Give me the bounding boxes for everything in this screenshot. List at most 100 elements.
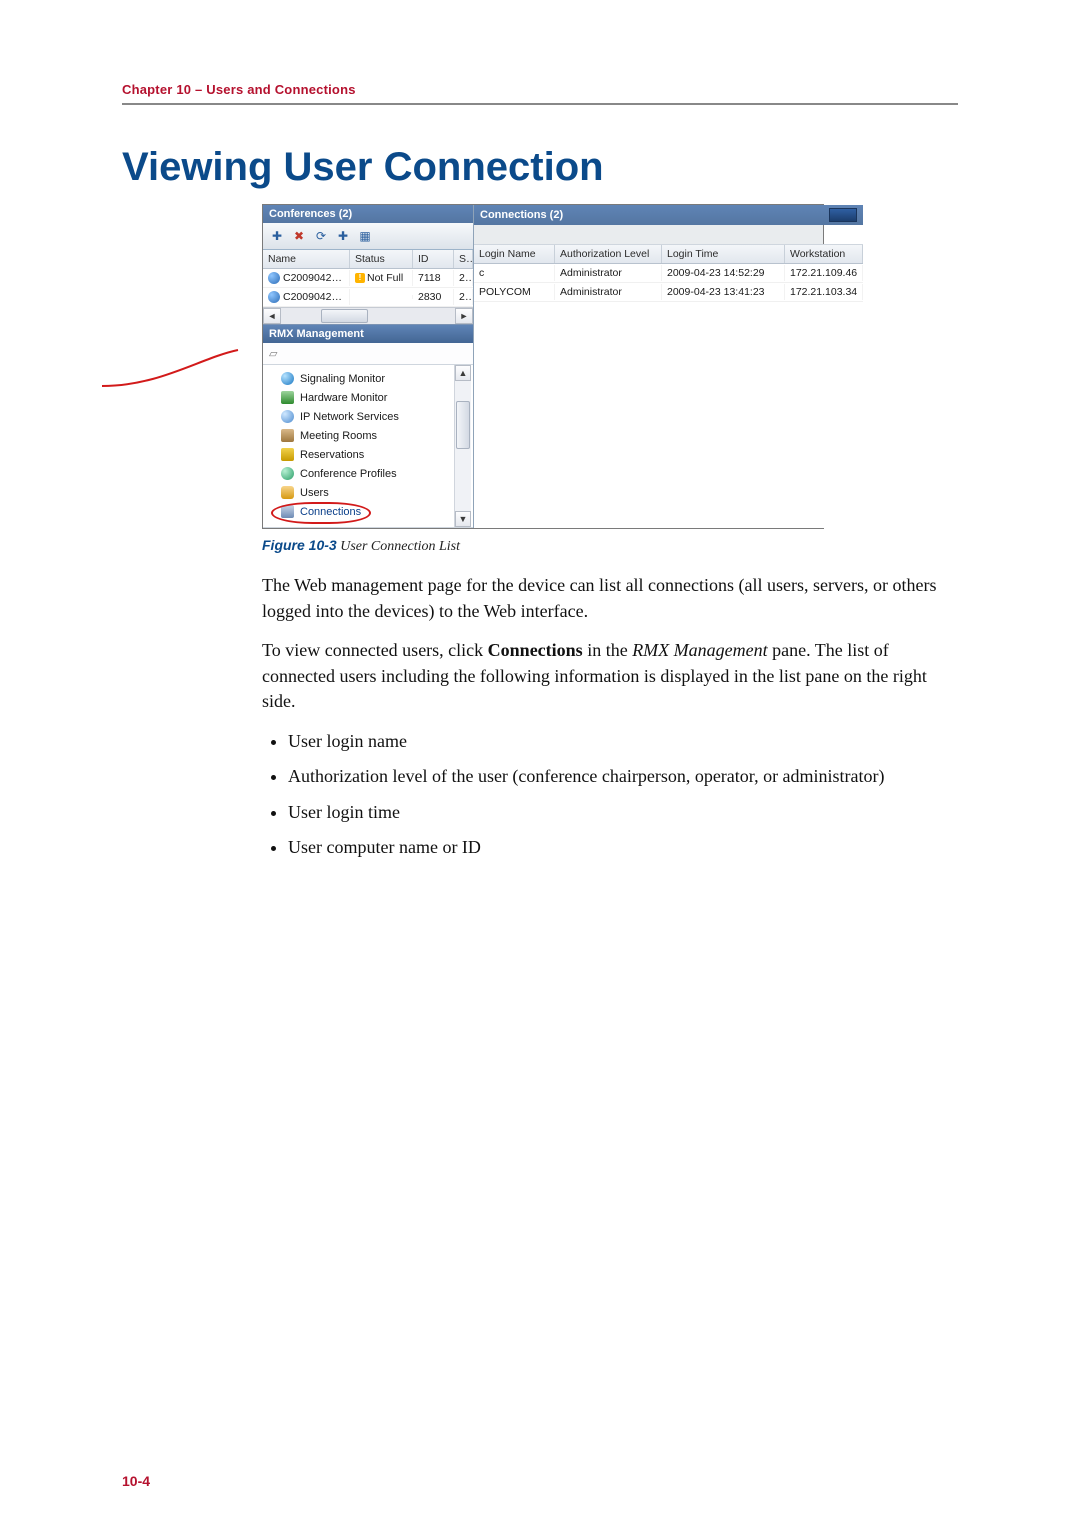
app-window: Conferences (2) ✚ ✖ ⟳ ✚ ▦ Name Status ID… <box>262 204 824 529</box>
scroll-thumb[interactable] <box>456 401 470 449</box>
col-id[interactable]: ID <box>413 250 454 268</box>
conferences-body: C20090423 1 Not Full 7118 2009-04-23 C20… <box>263 269 473 307</box>
tree-label: Connections <box>300 506 361 518</box>
tree-hardware-monitor[interactable]: Hardware Monitor <box>277 388 473 407</box>
figure: Conferences (2) ✚ ✖ ⟳ ✚ ▦ Name Status ID… <box>262 204 958 529</box>
scroll-down-icon[interactable]: ▼ <box>455 511 471 527</box>
table-row[interactable]: POLYCOM Administrator 2009-04-23 13:41:2… <box>474 283 863 302</box>
conference-icon <box>268 272 280 284</box>
col-status[interactable]: Status <box>350 250 413 268</box>
figure-caption-text: User Connection List <box>337 539 460 554</box>
hardware-icon <box>281 391 294 404</box>
tree-label: Conference Profiles <box>300 468 397 480</box>
list-item: User login name <box>288 729 958 755</box>
rmx-tools: ▱ <box>263 343 473 365</box>
connections-icon <box>281 505 294 518</box>
connections-toolbar-spacer <box>474 225 863 245</box>
warning-icon <box>355 273 365 283</box>
tree-reservations[interactable]: Reservations <box>277 445 473 464</box>
title-accent-icon <box>829 208 857 222</box>
profiles-icon <box>281 467 294 480</box>
users-icon <box>281 486 294 499</box>
paragraph: The Web management page for the device c… <box>262 573 958 624</box>
tree-connections[interactable]: Connections <box>277 502 473 521</box>
text-span: in the <box>583 640 633 660</box>
tree-label: Meeting Rooms <box>300 430 377 442</box>
table-row[interactable]: C20090423 1 Not Full 7118 2009-04-23 <box>263 269 473 288</box>
cell: C20090423 1 <box>283 272 346 284</box>
left-pane: Conferences (2) ✚ ✖ ⟳ ✚ ▦ Name Status ID… <box>263 205 474 528</box>
right-pane: Connections (2) Login Name Authorization… <box>474 205 863 528</box>
conferences-header-row: Name Status ID Start Time <box>263 250 473 269</box>
tree-meeting-rooms[interactable]: Meeting Rooms <box>277 426 473 445</box>
tree-label: Reservations <box>300 449 364 461</box>
scroll-thumb[interactable] <box>321 309 368 323</box>
cell: 2830 <box>413 289 454 305</box>
table-row[interactable]: c Administrator 2009-04-23 14:52:29 172.… <box>474 264 863 283</box>
cell: 2009-04-23 <box>454 270 473 286</box>
cell: 172.21.109.46 <box>785 265 863 281</box>
table-row[interactable]: C20090423 1 2830 2009-04-23 <box>263 288 473 307</box>
connections-header-row: Login Name Authorization Level Login Tim… <box>474 245 863 264</box>
list-item: User computer name or ID <box>288 835 958 861</box>
cell: 2009-04-23 <box>454 289 473 305</box>
toolbar-delete-icon[interactable]: ✖ <box>289 226 309 246</box>
chapter-header: Chapter 10 – Users and Connections <box>122 82 958 97</box>
toolbar-refresh-icon[interactable]: ⟳ <box>311 226 331 246</box>
tree-label: Hardware Monitor <box>300 392 387 404</box>
cell: 2009-04-23 14:52:29 <box>662 265 785 281</box>
conferences-title: Conferences (2) <box>263 205 473 223</box>
rmx-title: RMX Management <box>263 324 473 343</box>
callout-line <box>100 348 240 393</box>
list-item: Authorization level of the user (confere… <box>288 764 958 790</box>
tree-conference-profiles[interactable]: Conference Profiles <box>277 464 473 483</box>
figure-number: Figure 10-3 <box>262 537 337 553</box>
scroll-right-icon[interactable]: ► <box>455 308 473 324</box>
cell: Administrator <box>555 265 662 281</box>
cell: Administrator <box>555 284 662 300</box>
col-workstation[interactable]: Workstation <box>785 245 863 263</box>
toolbar-view-icon[interactable]: ▦ <box>355 226 375 246</box>
page-heading: Viewing User Connection <box>122 145 958 190</box>
text-span: To view connected users, click <box>262 640 488 660</box>
tree-label: Signaling Monitor <box>300 373 385 385</box>
rooms-icon <box>281 429 294 442</box>
cell: Not Full <box>367 272 403 284</box>
cell: 7118 <box>413 270 454 286</box>
scroll-left-icon[interactable]: ◄ <box>263 308 281 324</box>
cell: 2009-04-23 13:41:23 <box>662 284 785 300</box>
conference-icon <box>268 291 280 303</box>
col-loginname[interactable]: Login Name <box>474 245 555 263</box>
bullet-list: User login name Authorization level of t… <box>262 729 958 861</box>
cell: c <box>474 265 555 281</box>
toolbar-new-icon[interactable]: ✚ <box>267 226 287 246</box>
col-logintime[interactable]: Login Time <box>662 245 785 263</box>
tree-label: Users <box>300 487 329 499</box>
col-starttime[interactable]: Start Time <box>454 250 473 268</box>
reservations-icon <box>281 448 294 461</box>
cell <box>350 295 413 299</box>
paragraph: To view connected users, click Connectio… <box>262 638 958 715</box>
signaling-icon <box>281 372 294 385</box>
page-number: 10-4 <box>122 1473 150 1489</box>
connections-body: c Administrator 2009-04-23 14:52:29 172.… <box>474 264 863 528</box>
toolbar-start-icon[interactable]: ✚ <box>333 226 353 246</box>
connections-title: Connections (2) <box>480 209 563 221</box>
col-name[interactable]: Name <box>263 250 350 268</box>
conferences-hscrollbar[interactable]: ◄ ► <box>263 307 473 324</box>
cell: 172.21.103.34 <box>785 284 863 300</box>
tree-label: IP Network Services <box>300 411 399 423</box>
body-text: The Web management page for the device c… <box>262 573 958 861</box>
tree-signaling-monitor[interactable]: Signaling Monitor <box>277 369 473 388</box>
tree-ip-network-services[interactable]: IP Network Services <box>277 407 473 426</box>
list-item: User login time <box>288 800 958 826</box>
conferences-toolbar: ✚ ✖ ⟳ ✚ ▦ <box>263 223 473 250</box>
cell: POLYCOM <box>474 284 555 300</box>
tree-users[interactable]: Users <box>277 483 473 502</box>
rmx-tree: Signaling Monitor Hardware Monitor IP Ne… <box>263 365 473 528</box>
tree-vscrollbar[interactable]: ▲ ▼ <box>454 365 471 527</box>
text-italic: RMX Management <box>632 640 767 660</box>
col-authlevel[interactable]: Authorization Level <box>555 245 662 263</box>
scroll-up-icon[interactable]: ▲ <box>455 365 471 381</box>
cell: C20090423 1 <box>283 291 346 303</box>
